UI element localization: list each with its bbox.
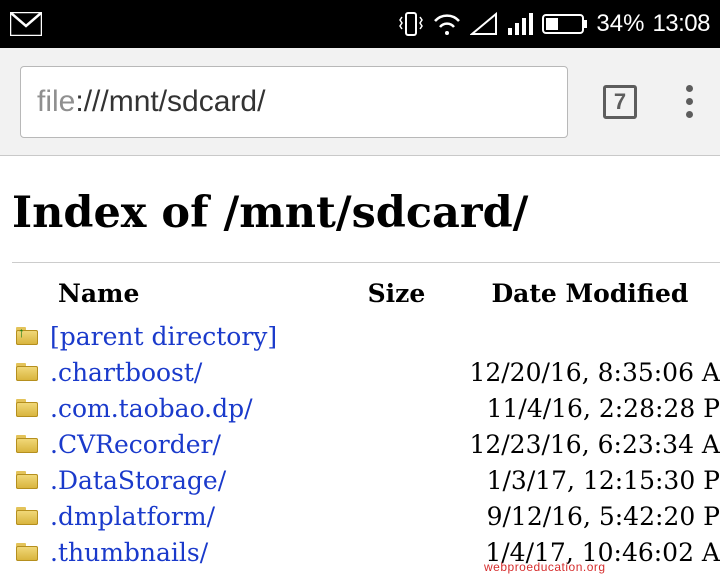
overflow-menu-button[interactable]	[672, 78, 706, 126]
file-link[interactable]: .CVRecorder/	[50, 430, 221, 459]
file-link[interactable]: .DataStorage/	[50, 466, 226, 495]
page-title: Index of /mnt/sdcard/	[12, 188, 720, 238]
dots-icon	[686, 85, 693, 92]
table-row: .CVRecorder/12/23/16, 6:23:34 A	[12, 426, 720, 462]
gmail-icon	[10, 12, 42, 36]
file-size-cell	[331, 534, 461, 570]
parent-folder-icon: ↑	[12, 318, 42, 354]
file-date-cell: 9/12/16, 5:42:20 P	[461, 498, 720, 534]
folder-icon	[12, 534, 42, 570]
table-row: .DataStorage/1/3/17, 12:15:30 P	[12, 462, 720, 498]
table-row: .chartboost/12/20/16, 8:35:06 A	[12, 354, 720, 390]
file-link[interactable]: .dmplatform/	[50, 502, 215, 531]
file-date-cell	[461, 318, 720, 354]
file-date-cell: 1/3/17, 12:15:30 P	[461, 462, 720, 498]
url-input[interactable]: file:///mnt/sdcard/	[20, 66, 568, 138]
file-date-cell: 11/4/16, 2:28:28 P	[461, 390, 720, 426]
file-name-cell: .dmplatform/	[42, 498, 331, 534]
file-size-cell	[331, 354, 461, 390]
cell-signal-icon	[506, 12, 534, 36]
page-content: Index of /mnt/sdcard/ Name Size Date Mod…	[0, 156, 720, 570]
file-size-cell	[331, 318, 461, 354]
cell-signal-empty-icon	[470, 12, 498, 36]
col-header-date: Date Modified	[461, 275, 720, 318]
clock: 13:08	[652, 10, 710, 38]
file-name-cell: .com.taobao.dp/	[42, 390, 331, 426]
file-name-cell: .thumbnails/	[42, 534, 331, 570]
col-header-name: Name	[12, 275, 331, 318]
file-name-cell: .CVRecorder/	[42, 426, 331, 462]
tab-count: 7	[603, 85, 637, 119]
file-link[interactable]: .chartboost/	[50, 358, 202, 387]
battery-icon	[542, 12, 588, 36]
file-date-cell: 12/20/16, 8:35:06 A	[461, 354, 720, 390]
file-name-cell: .chartboost/	[42, 354, 331, 390]
file-size-cell	[331, 498, 461, 534]
table-row: ↑ [parent directory]	[12, 318, 720, 354]
vibrate-icon	[398, 9, 424, 39]
folder-icon	[12, 462, 42, 498]
watermark: webproeducation.org	[484, 560, 606, 574]
folder-icon	[12, 498, 42, 534]
file-size-cell	[331, 390, 461, 426]
wifi-icon	[432, 12, 462, 36]
battery-percent: 34%	[596, 10, 644, 38]
file-listing-table: Name Size Date Modified ↑ [parent directo…	[12, 275, 720, 570]
folder-icon	[12, 426, 42, 462]
file-link[interactable]: .thumbnails/	[50, 538, 208, 567]
file-size-cell	[331, 426, 461, 462]
folder-icon	[12, 390, 42, 426]
file-name-cell: .DataStorage/	[42, 462, 331, 498]
tabs-button[interactable]: 7	[596, 78, 644, 126]
table-row: .com.taobao.dp/11/4/16, 2:28:28 P	[12, 390, 720, 426]
browser-toolbar: file:///mnt/sdcard/ 7	[0, 48, 720, 156]
file-size-cell	[331, 462, 461, 498]
file-name-cell: [parent directory]	[42, 318, 331, 354]
url-path: :///mnt/sdcard/	[75, 85, 265, 119]
table-row: .thumbnails/1/4/17, 10:46:02 A	[12, 534, 720, 570]
divider	[12, 262, 720, 263]
status-bar: 34% 13:08	[0, 0, 720, 48]
file-link[interactable]: .com.taobao.dp/	[50, 394, 253, 423]
table-row: .dmplatform/9/12/16, 5:42:20 P	[12, 498, 720, 534]
url-scheme: file	[37, 85, 75, 119]
file-date-cell: 12/23/16, 6:23:34 A	[461, 426, 720, 462]
file-link[interactable]: [parent directory]	[50, 322, 277, 351]
folder-icon	[12, 354, 42, 390]
col-header-size: Size	[331, 275, 461, 318]
